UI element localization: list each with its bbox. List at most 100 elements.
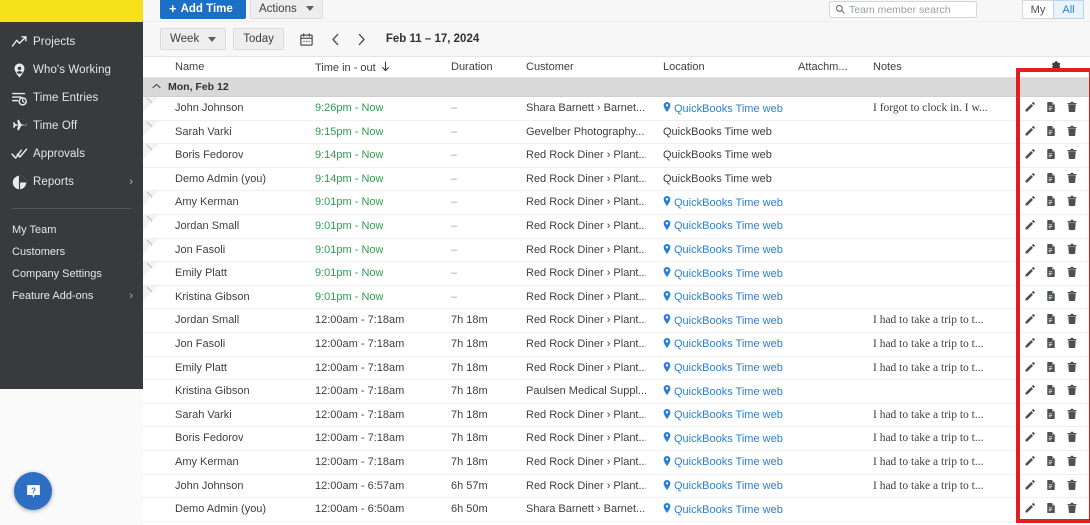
sidebar-item-who-s-working[interactable]: Who's Working xyxy=(0,56,143,84)
table-row[interactable]: John Johnson 9:26pm - Now – Shara Barnett ›… xyxy=(143,97,1090,121)
delete-entry-button[interactable] xyxy=(1066,172,1078,184)
sidebar-item-my-team[interactable]: My Team xyxy=(0,219,143,241)
duplicate-entry-button[interactable] xyxy=(1045,455,1057,467)
table-row[interactable]: Jon Fasoli 9:01pm - Now – Red Rock Diner › … xyxy=(143,238,1090,263)
column-header-time-in-out[interactable]: Time in - out xyxy=(315,61,390,75)
duplicate-entry-button[interactable] xyxy=(1045,243,1057,255)
table-row[interactable]: Jon Fasoli 12:00am - 7:18am 7h 18m Red Rock… xyxy=(143,332,1090,357)
sidebar-item-reports[interactable]: Reports › xyxy=(0,168,143,196)
delete-entry-button[interactable] xyxy=(1066,431,1078,443)
cell-location[interactable]: QuickBooks Time web xyxy=(663,243,783,257)
delete-entry-button[interactable] xyxy=(1066,502,1078,514)
edit-entry-button[interactable] xyxy=(1024,101,1036,113)
delete-entry-button[interactable] xyxy=(1066,290,1078,302)
sidebar-item-approvals[interactable]: Approvals xyxy=(0,140,143,168)
delete-entry-button[interactable] xyxy=(1066,361,1078,373)
cell-location[interactable]: QuickBooks Time web xyxy=(663,196,783,209)
duplicate-entry-button[interactable] xyxy=(1045,479,1057,491)
delete-entry-button[interactable] xyxy=(1066,219,1078,231)
duplicate-entry-button[interactable] xyxy=(1045,172,1057,184)
edit-entry-button[interactable] xyxy=(1024,337,1036,349)
table-row[interactable]: Sarah Varki 9:15pm - Now – Gevelber Photogr… xyxy=(143,120,1090,145)
edit-entry-button[interactable] xyxy=(1024,361,1036,373)
table-row[interactable]: Demo Admin (you) 12:00am - 6:50am 6h 50m Sh… xyxy=(143,498,1090,522)
edit-entry-button[interactable] xyxy=(1024,431,1036,443)
delete-entry-button[interactable] xyxy=(1066,243,1078,255)
column-header-attachments[interactable]: Attachm... xyxy=(798,61,848,73)
table-row[interactable]: Boris Fedorov 9:14pm - Now – Red Rock Diner… xyxy=(143,144,1090,168)
duplicate-entry-button[interactable] xyxy=(1045,431,1057,443)
scope-my-button[interactable]: My xyxy=(1022,0,1053,19)
duplicate-entry-button[interactable] xyxy=(1045,408,1057,420)
table-row[interactable]: John Johnson 12:00am - 6:57am 6h 57m Red Ro… xyxy=(143,474,1090,499)
sidebar-item-projects[interactable]: Projects xyxy=(0,28,143,56)
edit-entry-button[interactable] xyxy=(1024,243,1036,255)
calendar-icon[interactable] xyxy=(295,28,319,50)
table-row[interactable]: Demo Admin (you) 9:14pm - Now – Red Rock Di… xyxy=(143,167,1090,192)
table-row[interactable]: Boris Fedorov 12:00am - 7:18am 7h 18m Red R… xyxy=(143,427,1090,451)
cell-location[interactable]: QuickBooks Time web xyxy=(663,219,783,233)
edit-entry-button[interactable] xyxy=(1024,502,1036,514)
cell-location[interactable]: QuickBooks Time web xyxy=(663,314,783,327)
cell-location[interactable]: QuickBooks Time web xyxy=(663,385,783,398)
delete-entry-button[interactable] xyxy=(1066,455,1078,467)
duplicate-entry-button[interactable] xyxy=(1045,502,1057,514)
add-time-button[interactable]: + Add Time xyxy=(160,0,246,19)
duplicate-entry-button[interactable] xyxy=(1045,313,1057,325)
edit-entry-button[interactable] xyxy=(1024,313,1036,325)
edit-entry-button[interactable] xyxy=(1024,172,1036,184)
duplicate-entry-button[interactable] xyxy=(1045,266,1057,278)
edit-entry-button[interactable] xyxy=(1024,148,1036,160)
search-input[interactable] xyxy=(849,3,971,16)
delete-entry-button[interactable] xyxy=(1066,384,1078,396)
delete-entry-button[interactable] xyxy=(1066,479,1078,491)
day-group-header[interactable]: Mon, Feb 12 xyxy=(143,78,1090,97)
prev-period-button[interactable] xyxy=(326,28,345,50)
cell-location[interactable]: QuickBooks Time web xyxy=(663,479,783,493)
team-member-search[interactable] xyxy=(829,1,977,18)
duplicate-entry-button[interactable] xyxy=(1045,384,1057,396)
sidebar-item-company-settings[interactable]: Company Settings xyxy=(0,263,143,285)
column-header-name[interactable]: Name xyxy=(175,61,204,73)
delete-entry-button[interactable] xyxy=(1066,195,1078,207)
next-period-button[interactable] xyxy=(352,28,371,50)
column-header-notes[interactable]: Notes xyxy=(873,61,902,73)
duplicate-entry-button[interactable] xyxy=(1045,101,1057,113)
column-header-location[interactable]: Location xyxy=(663,61,705,73)
edit-entry-button[interactable] xyxy=(1024,195,1036,207)
sidebar-item-customers[interactable]: Customers xyxy=(0,241,143,263)
table-row[interactable]: Kristina Gibson 12:00am - 7:18am 7h 18m Pau… xyxy=(143,380,1090,404)
edit-entry-button[interactable] xyxy=(1024,219,1036,231)
vertical-scrollbar[interactable] xyxy=(1085,0,1090,525)
cell-location[interactable]: QuickBooks Time web xyxy=(663,408,783,422)
cell-location[interactable]: QuickBooks Time web xyxy=(663,337,783,351)
table-row[interactable]: Emily Platt 12:00am - 7:18am 7h 18m Red Roc… xyxy=(143,356,1090,381)
edit-entry-button[interactable] xyxy=(1024,125,1036,137)
column-header-customer[interactable]: Customer xyxy=(526,61,574,73)
duplicate-entry-button[interactable] xyxy=(1045,290,1057,302)
table-row[interactable]: Jordan Small 12:00am - 7:18am 7h 18m Red Ro… xyxy=(143,309,1090,333)
edit-entry-button[interactable] xyxy=(1024,408,1036,420)
column-header-duration[interactable]: Duration xyxy=(451,61,493,73)
delete-entry-button[interactable] xyxy=(1066,266,1078,278)
table-row[interactable]: Amy Kerman 12:00am - 7:18am 7h 18m Red Rock… xyxy=(143,450,1090,475)
today-button[interactable]: Today xyxy=(233,28,284,50)
edit-entry-button[interactable] xyxy=(1024,266,1036,278)
table-row[interactable]: Emily Platt 9:01pm - Now – Red Rock Diner ›… xyxy=(143,262,1090,286)
duplicate-entry-button[interactable] xyxy=(1045,125,1057,137)
edit-entry-button[interactable] xyxy=(1024,384,1036,396)
edit-entry-button[interactable] xyxy=(1024,290,1036,302)
scope-all-button[interactable]: All xyxy=(1053,0,1084,19)
duplicate-entry-button[interactable] xyxy=(1045,195,1057,207)
period-selector-button[interactable]: Week xyxy=(160,28,227,50)
delete-entry-button[interactable] xyxy=(1066,101,1078,113)
sidebar-item-feature-add-ons[interactable]: Feature Add-ons › xyxy=(0,285,143,307)
duplicate-entry-button[interactable] xyxy=(1045,337,1057,349)
duplicate-entry-button[interactable] xyxy=(1045,219,1057,231)
sidebar-item-time-off[interactable]: Time Off xyxy=(0,112,143,140)
table-row[interactable]: Amy Kerman 9:01pm - Now – Red Rock Diner › … xyxy=(143,191,1090,215)
table-row[interactable]: Sarah Varki 12:00am - 7:18am 7h 18m Red Roc… xyxy=(143,403,1090,428)
cell-location[interactable]: QuickBooks Time web xyxy=(663,102,783,115)
delete-entry-button[interactable] xyxy=(1066,408,1078,420)
sidebar-item-time-entries[interactable]: Time Entries xyxy=(0,84,143,112)
